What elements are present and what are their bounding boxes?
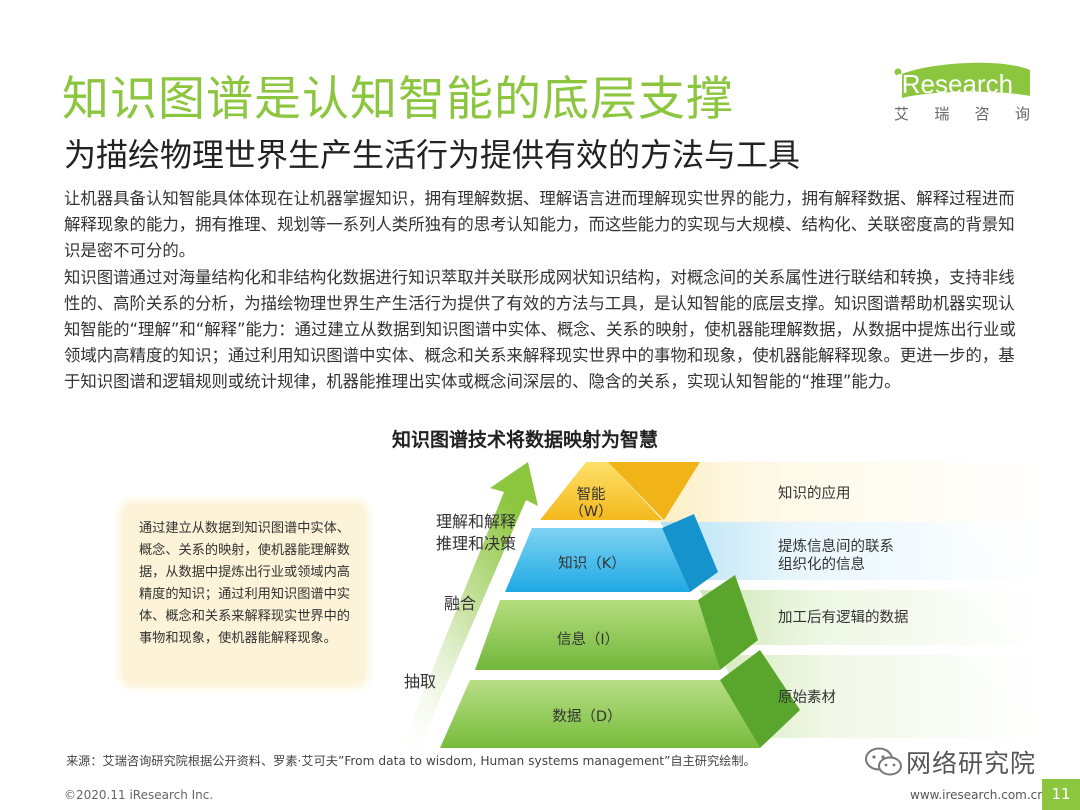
band-data <box>720 655 1040 738</box>
page-subtitle: 为描绘物理世界生产生活行为提供有效的方法与工具 <box>64 136 801 174</box>
level-code-wisdom: （W） <box>569 504 613 520</box>
level-desc-information: 加工后有逻辑的数据 <box>778 610 909 626</box>
level-desc-knowledge-line1: 提炼信息间的联系 <box>778 539 894 555</box>
diagram-note-box: 通过建立从数据到知识图谱中实体、概念、关系的映射，使机器能理解数据，从数据中提炼… <box>123 504 365 684</box>
stage-label-reason: 推理和决策 <box>436 534 517 553</box>
level-desc-data: 原始素材 <box>778 690 836 706</box>
tier-knowledge-side <box>662 514 718 592</box>
website-link[interactable]: www.iresearch.com.cn <box>910 788 1045 802</box>
page-number: 11 <box>1042 779 1080 810</box>
logo-chinese-name: 艾 瑞 咨 询 <box>894 103 1030 124</box>
wechat-watermark: 网络研究院 <box>864 742 1040 782</box>
wechat-icon <box>865 747 902 776</box>
diagram-title: 知识图谱技术将数据映射为智慧 <box>392 429 659 451</box>
wechat-account-name: 网络研究院 <box>906 749 1037 778</box>
body-paragraph: 让机器具备认知智能具体体现在让机器掌握知识，拥有理解数据、理解语言进而理解现实世… <box>64 189 1015 261</box>
stage-label-fuse: 融合 <box>444 594 477 613</box>
source-note: 来源：艾瑞咨询研究院根据公开资料、罗素·艾可夫”From data to wis… <box>66 754 756 768</box>
level-label-data: 数据（D） <box>552 709 622 725</box>
logo-wordmark-text: iResearch <box>896 69 1013 99</box>
band-edge-knowledge <box>935 522 1040 580</box>
logo-char: 询 <box>1014 105 1030 123</box>
tier-information-side <box>698 575 758 670</box>
band-edge-information <box>925 580 1040 645</box>
logo-char: 瑞 <box>934 105 950 123</box>
level-desc-wisdom: 知识的应用 <box>778 486 851 502</box>
stage-label-extract: 抽取 <box>404 672 437 691</box>
body-text: 让机器具备认知智能具体体现在让机器掌握知识，拥有理解数据、理解语言进而理解现实世… <box>64 186 1024 396</box>
level-label-knowledge: 知识（K） <box>558 556 626 572</box>
page-title: 知识图谱是认知智能的底层支撑 <box>62 72 734 127</box>
level-label-information: 信息（I） <box>556 632 620 648</box>
band-edge-data <box>940 645 1040 720</box>
copyright: ©2020.11 iResearch Inc. <box>64 788 214 802</box>
logo-char: 咨 <box>974 105 990 123</box>
level-desc-knowledge-line2: 组织化的信息 <box>778 557 865 573</box>
logo-char: 艾 <box>894 105 910 123</box>
iresearch-logo: iResearch 艾 瑞 咨 询 <box>892 60 1032 124</box>
body-paragraph: 知识图谱通过对海量结构化和非结构化数据进行知识萃取并关联形成网状知识结构，对概念… <box>64 267 1016 392</box>
iresearch-wordmark: iResearch <box>894 62 1030 99</box>
tier-wisdom-side <box>608 462 700 520</box>
stage-label-understand: 理解和解释 <box>436 512 517 531</box>
